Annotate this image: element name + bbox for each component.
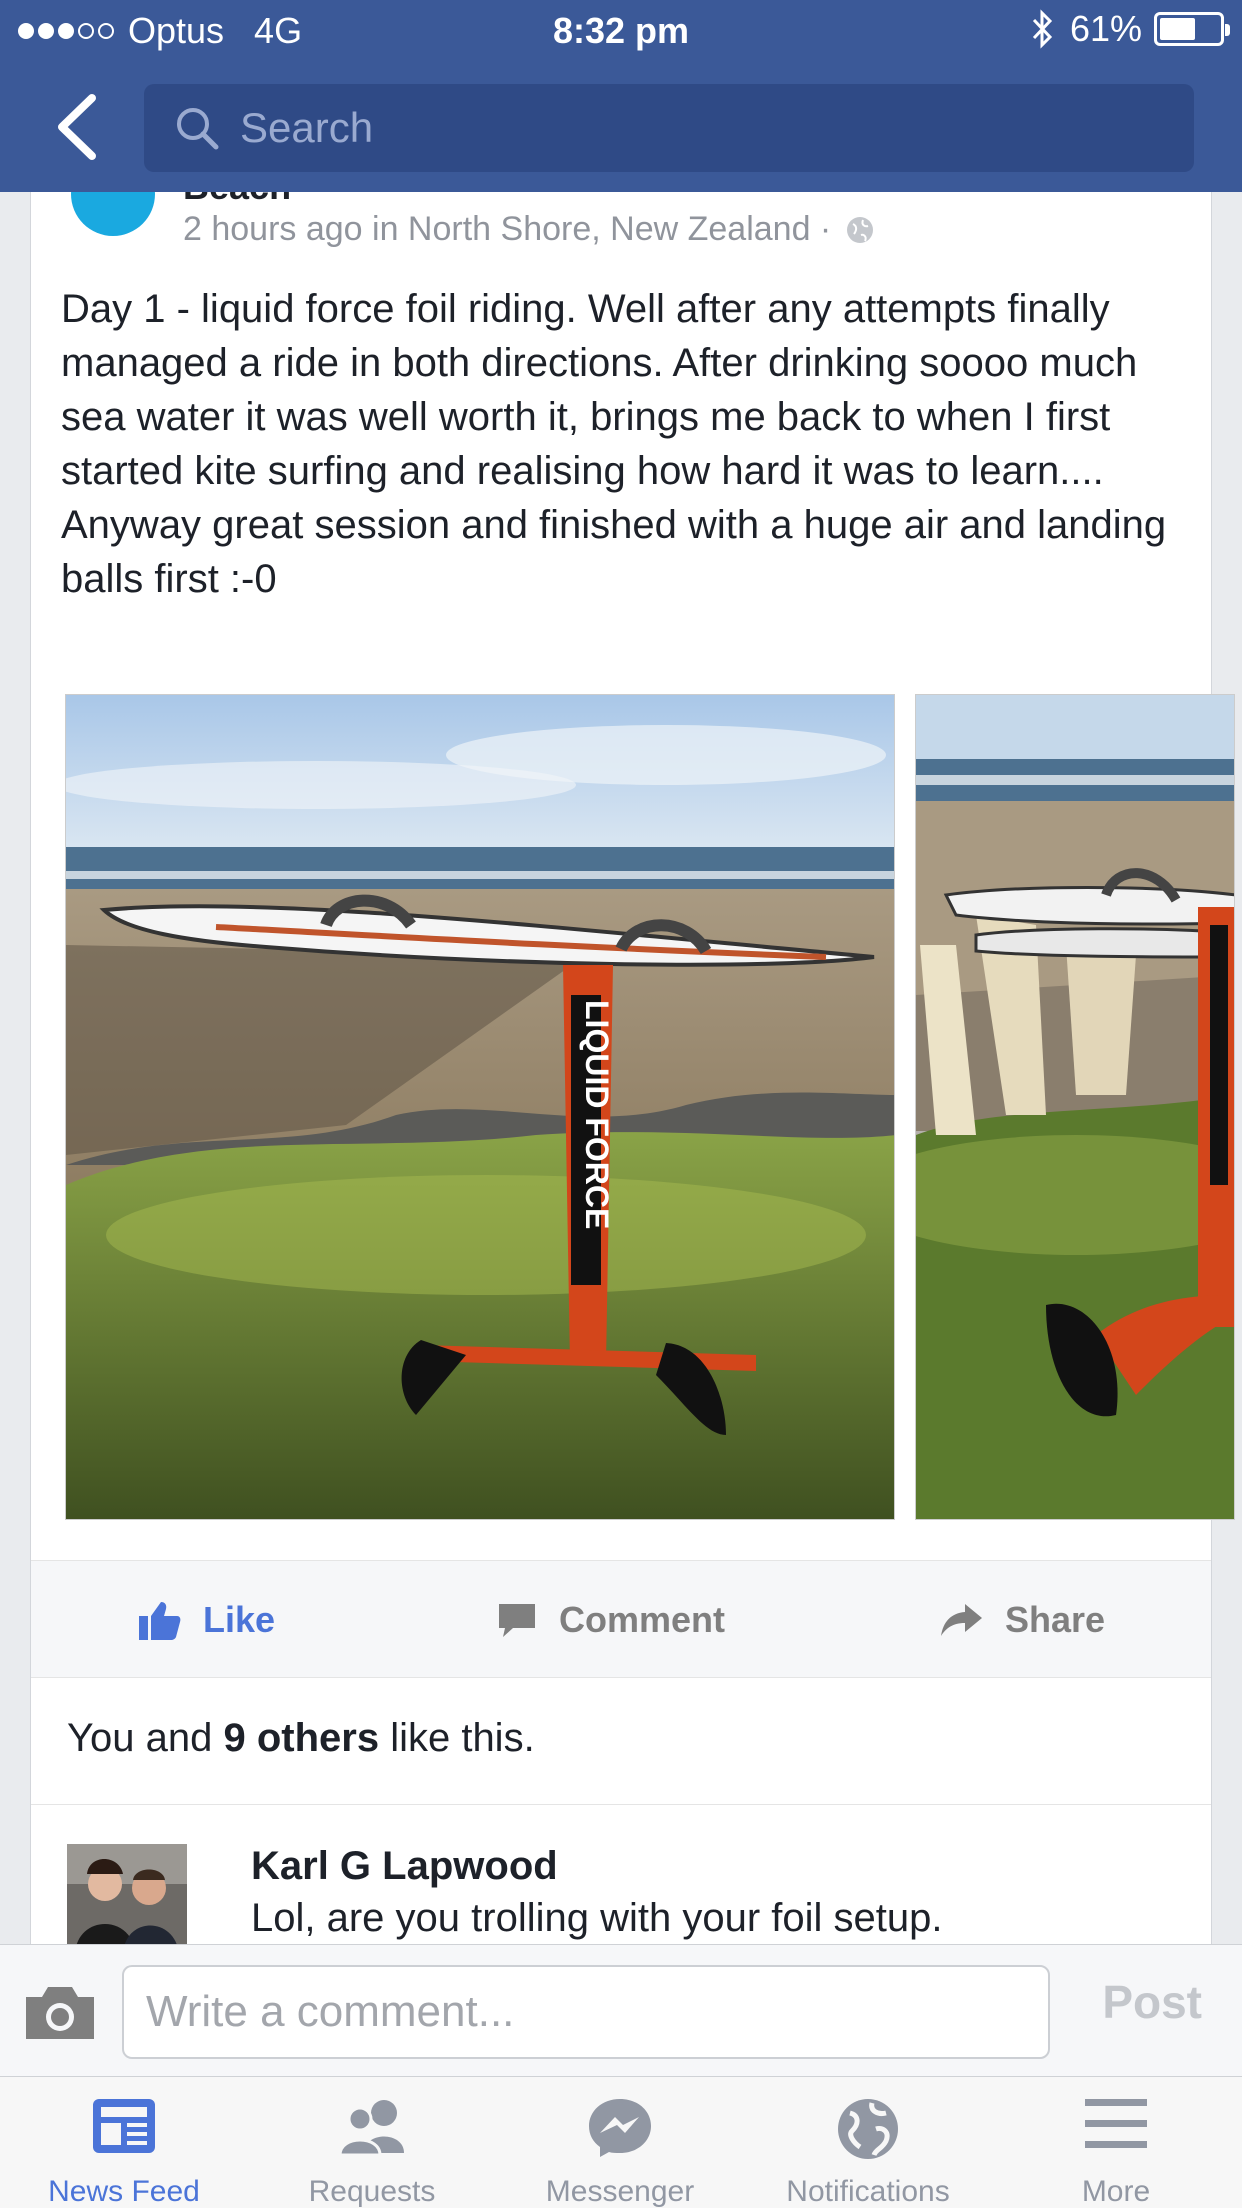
battery-percent: 61% [1069,8,1142,49]
comment-bubble-icon [499,1604,535,1637]
public-globe-icon [847,216,874,243]
divider [31,1804,1211,1805]
comment-label: Comment [559,1599,726,1640]
top-bar: Optus 4G 8:32 pm 61% [0,0,1242,192]
commenter-avatar[interactable] [67,1844,187,1954]
status-bar: Optus 4G 8:32 pm 61% [0,0,1242,62]
tab-label: Notifications [786,2175,950,2208]
likes-suffix: like this. [379,1716,535,1760]
news-feed-icon [93,2099,155,2153]
search-input[interactable] [240,104,1140,152]
comment-button[interactable]: Comment [497,1561,725,1679]
tab-label: More [1081,2175,1151,2208]
share-button[interactable]: Share [939,1561,1105,1679]
tab-messenger[interactable]: Messenger [496,2077,744,2208]
share-arrow-icon [941,1604,982,1636]
post-meta: 2 hours ago in North Shore, New Zealand … [183,210,875,249]
post-text-paragraph: Anyway great session and finished with a… [61,503,1167,601]
post-photo[interactable] [915,694,1235,1520]
friend-requests-icon [338,2100,404,2155]
post-photo[interactable]: LIQUID FORCE [65,694,895,1520]
commenter-name[interactable]: Karl G Lapwood [251,1844,558,1889]
tab-label: Messenger [545,2175,695,2208]
hamburger-icon [1085,2099,1147,2148]
post-text-paragraph: Day 1 - liquid force foil riding. Well a… [61,287,1138,493]
likes-others[interactable]: 9 others [223,1716,379,1760]
likes-summary[interactable]: You and 9 others like this. [67,1716,535,1761]
globe-icon [838,2099,898,2159]
likes-prefix: You and [67,1716,224,1760]
share-label: Share [1005,1599,1106,1640]
post-button[interactable]: Post [1102,1975,1202,2029]
comment-composer: Post [0,1944,1242,2076]
like-button[interactable]: Like [137,1561,275,1679]
camera-button[interactable] [22,1983,98,2041]
tab-news-feed[interactable]: News Feed [0,2077,248,2208]
like-label: Like [203,1599,276,1640]
photo-brand-text: LIQUID FORCE [579,1000,615,1229]
tab-bar: News Feed Requests Messenger Notificatio… [0,2076,1242,2208]
back-button[interactable] [52,92,102,162]
tab-requests[interactable]: Requests [248,2077,496,2208]
post-actions: Like Comment Share [31,1560,1211,1678]
bluetooth-icon [1032,9,1053,49]
search-bar[interactable] [144,84,1194,172]
tab-label: Requests [308,2175,436,2208]
tab-label: News Feed [48,2175,200,2208]
comment-input[interactable] [122,1965,1050,2059]
tab-notifications[interactable]: Notifications [744,2077,992,2208]
post-card: Beach 2 hours ago in North Shore, New Ze… [30,152,1235,1954]
post-timestamp-location[interactable]: 2 hours ago in North Shore, New Zealand … [183,210,831,249]
tab-more[interactable]: More [992,2077,1240,2208]
messenger-icon [589,2099,651,2157]
post-text: Day 1 - liquid force foil riding. Well a… [61,282,1191,606]
thumbs-up-icon [139,1602,181,1640]
comment-text: Lol, are you trolling with your foil set… [251,1896,943,1940]
search-icon [177,108,219,150]
battery-icon [1154,12,1230,46]
